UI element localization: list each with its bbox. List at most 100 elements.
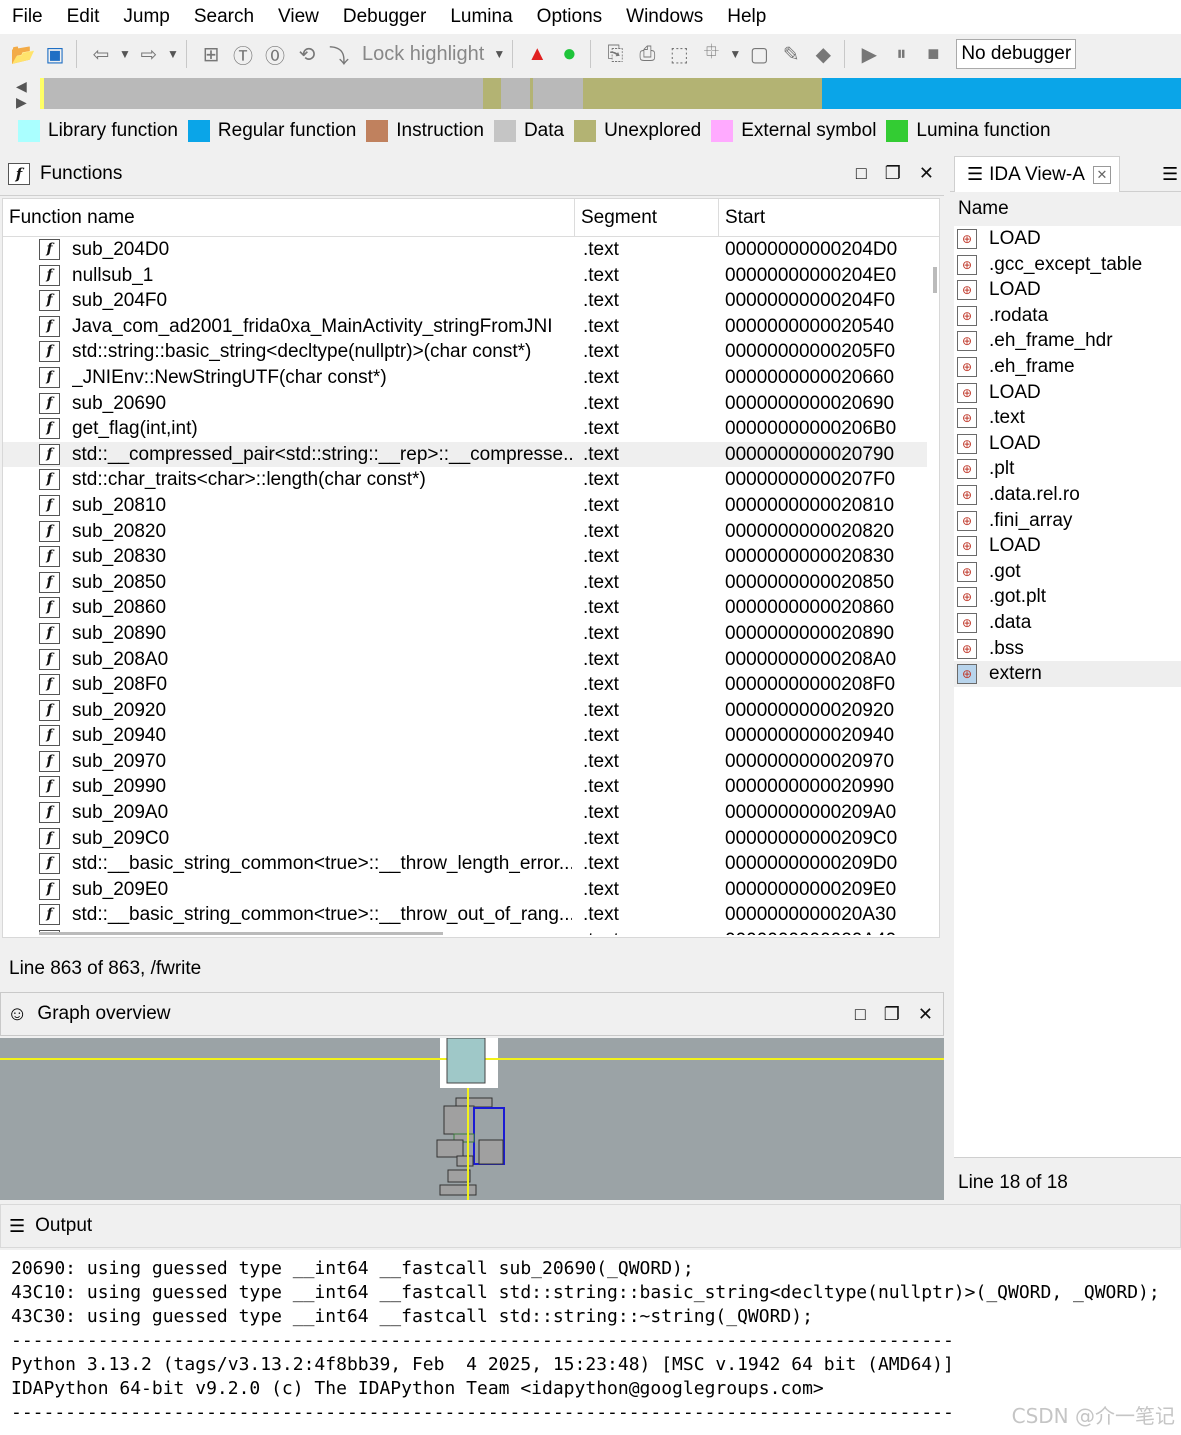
frame-icon[interactable]: ▢ (744, 39, 774, 69)
vertical-scrollbar[interactable] (933, 267, 937, 293)
stop-icon[interactable]: ■ (918, 39, 948, 69)
menu-file[interactable]: File (0, 0, 55, 34)
listing-icon[interactable]: ☰ (1162, 164, 1178, 185)
structure-icon[interactable]: ⯐ (696, 39, 726, 69)
table-row[interactable]: f std::__basic_string_common<true>::__thr… (3, 851, 927, 877)
list-item[interactable]: ⊕ .bss (954, 636, 1181, 662)
table-row[interactable]: f nullsub_1 .text 00000000000204E0 (3, 263, 927, 289)
lock-highlight-select[interactable]: Lock highlight (356, 43, 490, 66)
table-row[interactable]: f std::__basic_string_common<true>::__thr… (3, 902, 927, 928)
redo-icon[interactable]: ⟲ (292, 39, 322, 69)
tab-ida-view-a[interactable]: ☰ IDA View-A ✕ (954, 156, 1120, 192)
tab-close-icon[interactable]: ✕ (1092, 165, 1111, 184)
list-item[interactable]: ⊕ .rodata (954, 303, 1181, 329)
table-row[interactable]: f sub_20970 .text 0000000000020970 (3, 749, 927, 775)
diamond-icon[interactable]: ◆ (808, 39, 838, 69)
table-row[interactable]: f std::__compressed_pair<std::string::__r… (3, 441, 927, 468)
table-row[interactable]: f sub_20810 .text 0000000000020810 (3, 493, 927, 519)
list-item[interactable]: ⊕ .data (954, 610, 1181, 636)
menu-search[interactable]: Search (182, 0, 266, 34)
maximize-icon[interactable]: □ (855, 1004, 866, 1025)
play-icon[interactable]: ▶ (854, 39, 884, 69)
table-row[interactable]: f sub_209E0 .text 00000000000209E0 (3, 877, 927, 903)
menu-view[interactable]: View (266, 0, 331, 34)
edit-icon[interactable]: ✎ (776, 39, 806, 69)
list-item[interactable]: ⊕ .eh_frame (954, 354, 1181, 380)
segment-icon[interactable]: ⬚ (664, 39, 694, 69)
nav-left-arrow-icon[interactable]: ◀ (16, 78, 36, 94)
menu-windows[interactable]: Windows (614, 0, 715, 34)
lock-highlight-dropdown-icon[interactable]: ▼ (492, 39, 506, 69)
text-view-icon[interactable]: Ⓣ (228, 39, 258, 69)
save-icon[interactable]: ▣ (40, 39, 70, 69)
structure-dropdown-icon[interactable]: ▼ (728, 39, 742, 69)
copy-icon[interactable]: ⎘ (600, 39, 630, 69)
list-item[interactable]: ⊕ .plt (954, 456, 1181, 482)
horizontal-scrollbar[interactable] (39, 932, 443, 935)
list-item[interactable]: ⊕ .eh_frame_hdr (954, 328, 1181, 354)
table-row[interactable]: f sub_20690 .text 0000000000020690 (3, 391, 927, 417)
list-item[interactable]: ⊕ LOAD (954, 380, 1181, 406)
forward-dropdown-icon[interactable]: ▼ (166, 39, 180, 69)
menu-debugger[interactable]: Debugger (331, 0, 438, 34)
menu-edit[interactable]: Edit (55, 0, 112, 34)
table-row[interactable]: f sub_209C0 .text 00000000000209C0 (3, 826, 927, 852)
menu-options[interactable]: Options (525, 0, 614, 34)
table-row[interactable]: f sub_204D0 .text 00000000000204D0 (3, 237, 927, 263)
nav-arrows[interactable]: ◀ ▶ (16, 78, 36, 110)
segments-header[interactable]: Name (950, 192, 1181, 226)
hash-icon[interactable]: ⊞ (196, 39, 226, 69)
table-row[interactable]: f _JNIEnv::NewStringUTF(char const*) .text… (3, 365, 927, 391)
nav-right-arrow-icon[interactable]: ▶ (16, 94, 36, 110)
navigation-strip[interactable] (40, 78, 1181, 109)
table-row[interactable]: f sub_20860 .text 0000000000020860 (3, 595, 927, 621)
table-row[interactable]: f sub_20990 .text 0000000000020990 (3, 774, 927, 800)
binary-icon[interactable]: ⓪ (260, 39, 290, 69)
list-item[interactable]: ⊕ LOAD (954, 431, 1181, 457)
close-icon[interactable]: ✕ (918, 1004, 933, 1025)
maximize-icon[interactable]: □ (856, 163, 867, 184)
restore-icon[interactable]: ❐ (884, 1004, 900, 1025)
list-item[interactable]: ⊕ LOAD (954, 226, 1181, 252)
table-row[interactable]: f get_flag(int,int) .text 00000000000206B0 (3, 416, 927, 442)
close-icon[interactable]: ✕ (919, 163, 934, 184)
table-row[interactable]: f sub_20820 .text 0000000000020820 (3, 519, 927, 545)
red-marker-icon[interactable]: ▲ (522, 39, 552, 69)
pause-icon[interactable]: ⏸ (886, 39, 916, 69)
debugger-select[interactable]: No debugger (956, 39, 1077, 69)
table-row[interactable]: f sub_20920 .text 0000000000020920 (3, 698, 927, 724)
column-header-start[interactable]: Start (719, 199, 927, 237)
column-header-function-name[interactable]: Function name (3, 199, 575, 237)
column-header-segment[interactable]: Segment (575, 199, 719, 237)
restore-icon[interactable]: ❐ (885, 163, 901, 184)
back-arrow-icon[interactable]: ⇦ (86, 39, 116, 69)
output-console[interactable]: 20690: using guessed type __int64 __fast… (0, 1250, 1181, 1435)
table-row[interactable]: f sub_208F0 .text 00000000000208F0 (3, 672, 927, 698)
table-row[interactable]: f sub_20850 .text 0000000000020850 (3, 570, 927, 596)
forward-arrow-icon[interactable]: ⇨ (134, 39, 164, 69)
table-row[interactable]: f sub_204F0 .text 00000000000204F0 (3, 288, 927, 314)
list-item[interactable]: ⊕ .gcc_except_table (954, 252, 1181, 278)
table-row[interactable]: f sub_20830 .text 0000000000020830 (3, 544, 927, 570)
table-row[interactable]: f sub_20890 .text 0000000000020890 (3, 621, 927, 647)
list-item[interactable]: ⊕ .got (954, 559, 1181, 585)
list-item[interactable]: ⊕ extern (954, 661, 1181, 687)
menu-jump[interactable]: Jump (111, 0, 181, 34)
menu-lumina[interactable]: Lumina (438, 0, 524, 34)
list-item[interactable]: ⊕ .fini_array (954, 508, 1181, 534)
table-row[interactable]: f sub_20940 .text 0000000000020940 (3, 723, 927, 749)
table-row[interactable]: f std::string::basic_string<decltype(null… (3, 339, 927, 365)
table-row[interactable]: f Java_com_ad2001_frida0xa_MainActivity_s… (3, 314, 927, 340)
step-into-icon[interactable]: ⤵ (324, 39, 354, 69)
table-row[interactable]: f sub_208A0 .text 00000000000208A0 (3, 647, 927, 673)
green-circle-icon[interactable]: ● (554, 39, 584, 69)
table-row[interactable]: f std::char_traits<char>::length(char con… (3, 467, 927, 493)
list-item[interactable]: ⊕ LOAD (954, 533, 1181, 559)
list-item[interactable]: ⊕ .data.rel.ro (954, 482, 1181, 508)
list-item[interactable]: ⊕ .got.plt (954, 584, 1181, 610)
table-row[interactable]: f sub_209A0 .text 00000000000209A0 (3, 800, 927, 826)
open-folder-icon[interactable]: 📂 (8, 39, 38, 69)
menu-help[interactable]: Help (715, 0, 778, 34)
back-dropdown-icon[interactable]: ▼ (118, 39, 132, 69)
graph-overview-canvas[interactable] (0, 1038, 944, 1200)
